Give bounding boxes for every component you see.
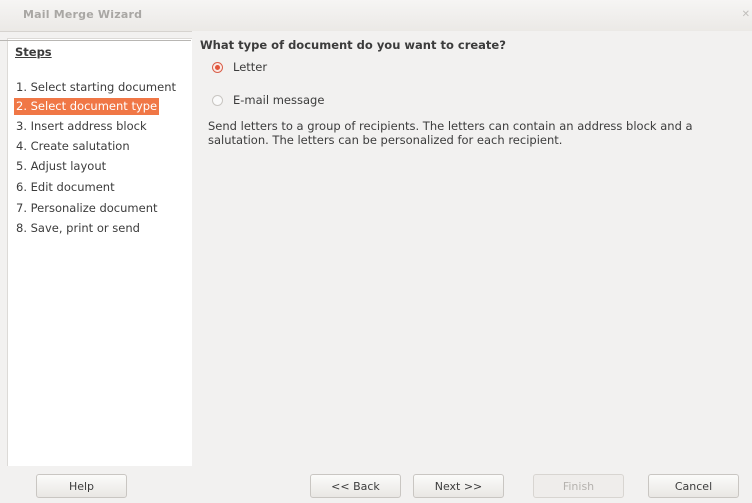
option-letter[interactable]: Letter bbox=[212, 58, 267, 76]
steps-heading: Steps bbox=[15, 45, 52, 59]
step-save-print-send[interactable]: 8. Save, print or send bbox=[14, 220, 142, 237]
back-button[interactable]: << Back bbox=[310, 474, 401, 498]
step-select-starting-document[interactable]: 1. Select starting document bbox=[14, 79, 178, 96]
help-button[interactable]: Help bbox=[36, 474, 127, 498]
step-edit-document[interactable]: 6. Edit document bbox=[14, 179, 117, 196]
window-title: Mail Merge Wizard bbox=[23, 8, 143, 21]
email-message-label[interactable]: E-mail message bbox=[233, 93, 324, 107]
letter-label[interactable]: Letter bbox=[233, 60, 267, 74]
letter-radio[interactable] bbox=[212, 61, 223, 73]
step-adjust-layout[interactable]: 5. Adjust layout bbox=[14, 158, 108, 175]
close-icon[interactable]: ✕ bbox=[742, 9, 750, 20]
steps-panel: Steps 1. Select starting document 2. Sel… bbox=[7, 38, 193, 467]
step-select-document-type[interactable]: 2. Select document type bbox=[14, 98, 160, 115]
document-type-description: Send letters to a group of recipients. T… bbox=[208, 119, 693, 147]
finish-button: Finish bbox=[533, 474, 624, 498]
main-content: What type of document do you want to cre… bbox=[192, 31, 752, 466]
divider bbox=[0, 40, 191, 41]
button-bar: Help << Back Next >> Finish Cancel bbox=[0, 466, 752, 503]
page-question: What type of document do you want to cre… bbox=[200, 38, 506, 52]
step-personalize-document[interactable]: 7. Personalize document bbox=[14, 200, 160, 217]
title-bar: Mail Merge Wizard ✕ bbox=[0, 0, 752, 32]
next-button[interactable]: Next >> bbox=[413, 474, 504, 498]
step-insert-address-block[interactable]: 3. Insert address block bbox=[14, 118, 149, 135]
email-message-radio[interactable] bbox=[212, 94, 223, 106]
step-create-salutation[interactable]: 4. Create salutation bbox=[14, 138, 132, 155]
option-email-message[interactable]: E-mail message bbox=[212, 91, 324, 109]
cancel-button[interactable]: Cancel bbox=[648, 474, 739, 498]
